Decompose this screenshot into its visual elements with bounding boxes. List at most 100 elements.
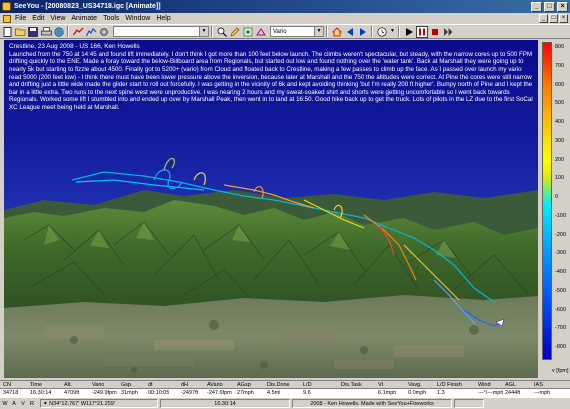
commentary-heading: Crestline, 23 Aug 2008 - US 166, Ken How… bbox=[9, 43, 140, 50]
grid-value-cell: 31mph bbox=[121, 390, 138, 396]
grid-header-cell[interactable]: CN bbox=[3, 381, 11, 389]
grid-value-row[interactable]: 34718 16:30:14 4709ft -249.9fpm 31mph 00:10:0… bbox=[0, 389, 570, 397]
home-icon[interactable] bbox=[331, 26, 343, 38]
grid-header-cell[interactable]: IAS bbox=[534, 381, 543, 389]
doc-close-button[interactable]: × bbox=[559, 14, 568, 23]
grid-value-cell: 1.3 bbox=[437, 390, 445, 396]
grid-value-cell: 34718 bbox=[3, 390, 19, 396]
clock-icon[interactable] bbox=[376, 26, 388, 38]
grid-header-cell[interactable]: dH bbox=[181, 381, 188, 389]
grid-header-cell[interactable]: dt bbox=[148, 381, 153, 389]
scale-tick-label: 700 bbox=[555, 62, 565, 69]
status-button-r[interactable]: R bbox=[28, 401, 36, 407]
grid-header-cell[interactable]: Time bbox=[30, 381, 42, 389]
globe-icon[interactable] bbox=[53, 26, 65, 38]
grid-header-cell[interactable]: Gsp. bbox=[121, 381, 133, 389]
play-icon[interactable] bbox=[403, 26, 415, 38]
grid-header-cell[interactable]: L/D bbox=[303, 381, 312, 389]
scale-tick-label: -100 bbox=[555, 212, 567, 219]
grid-value-cell: -247.6fpm bbox=[207, 390, 232, 396]
grid-header-cell[interactable]: Vavg. bbox=[408, 381, 422, 389]
task-icon[interactable] bbox=[255, 26, 267, 38]
window-title: SeeYou - [20080823_US34718.igc [Animate]… bbox=[14, 3, 161, 10]
vario-color-scale: 800 700 600 500 400 300 200 100 0 -100 -200 -300 -40… bbox=[540, 40, 570, 378]
settings-icon[interactable] bbox=[98, 26, 110, 38]
arrow-right-icon[interactable] bbox=[357, 26, 369, 38]
menu-edit[interactable]: Edit bbox=[32, 15, 44, 22]
grid-header-cell[interactable]: Dis.Done bbox=[267, 381, 290, 389]
menu-bar: File Edit View Animate Tools Window Help… bbox=[0, 13, 570, 24]
edit-icon[interactable] bbox=[229, 26, 241, 38]
scale-tick-label: -500 bbox=[555, 287, 567, 294]
scale-tick-label: -200 bbox=[555, 231, 567, 238]
menu-view[interactable]: View bbox=[50, 15, 65, 22]
scale-tick-label: -300 bbox=[555, 250, 567, 257]
grid-value-cell: 9.6 bbox=[303, 390, 311, 396]
stop-icon[interactable] bbox=[429, 26, 441, 38]
status-button-a[interactable]: A bbox=[10, 401, 18, 407]
coordinates-text: N34°12.767' W117°21.259' bbox=[49, 401, 115, 407]
grid-value-cell: 6.1mph bbox=[378, 390, 397, 396]
menu-file[interactable]: File bbox=[15, 15, 26, 22]
grid-header-cell[interactable]: Dis.Task bbox=[341, 381, 362, 389]
maximize-button[interactable]: □ bbox=[544, 1, 555, 12]
grid-header-cell[interactable]: Vario bbox=[92, 381, 104, 389]
title-bar: SeeYou - [20080823_US34718.igc [Animate]… bbox=[0, 0, 570, 13]
status-button-w[interactable]: W bbox=[1, 401, 9, 407]
doc-minimize-button[interactable]: _ bbox=[539, 14, 548, 23]
arrow-left-icon[interactable] bbox=[344, 26, 356, 38]
flight-icon[interactable] bbox=[72, 26, 84, 38]
scale-tick-label: 200 bbox=[555, 156, 565, 163]
barograph-icon[interactable] bbox=[85, 26, 97, 38]
document-icon[interactable] bbox=[3, 14, 11, 23]
menu-help[interactable]: Help bbox=[156, 15, 170, 22]
waypoint-icon[interactable] bbox=[242, 26, 254, 38]
grid-value-cell: 00:10:05 bbox=[148, 390, 170, 396]
zoom-icon[interactable] bbox=[216, 26, 228, 38]
pause-icon[interactable] bbox=[416, 25, 428, 38]
scale-tick-label: -800 bbox=[555, 344, 567, 350]
menu-animate[interactable]: Animate bbox=[71, 15, 97, 22]
commentary-body: Launched from the 750 at 14:45 and found… bbox=[9, 50, 533, 111]
grid-header-cell[interactable]: AVario bbox=[207, 381, 223, 389]
grid-value-cell: ---mph bbox=[534, 390, 551, 396]
vario-dropdown[interactable]: Vario ▼ bbox=[270, 26, 324, 37]
open-folder-icon[interactable] bbox=[14, 26, 26, 38]
app-icon bbox=[2, 2, 11, 11]
credit-panel: 2008 - Ken Howells. Made with SeeYou+Fir… bbox=[292, 399, 452, 408]
save-icon[interactable] bbox=[27, 26, 39, 38]
grid-header-cell[interactable]: Wind bbox=[478, 381, 491, 389]
doc-restore-button[interactable]: □ bbox=[549, 14, 558, 23]
vario-dropdown-value: Vario bbox=[273, 28, 287, 35]
flight-commentary: Crestline, 23 Aug 2008 - US 166, Ken How… bbox=[9, 43, 535, 111]
grid-value-cell: 2444ft bbox=[505, 390, 521, 396]
scale-tick-label: -700 bbox=[555, 325, 567, 332]
toolbar: ▼ Vario ▼ ▼ bbox=[0, 24, 570, 39]
scale-tick-label: 800 bbox=[555, 44, 565, 50]
grid-header-cell[interactable]: AGsp bbox=[237, 381, 251, 389]
color-gradient-bar bbox=[542, 42, 552, 360]
grid-header-cell[interactable]: Alt. bbox=[64, 381, 72, 389]
new-file-icon[interactable] bbox=[1, 26, 13, 38]
grid-header-cell[interactable]: Vt bbox=[378, 381, 383, 389]
scale-tick-label: -400 bbox=[555, 269, 567, 275]
grid-header-cell[interactable]: L/D Finish bbox=[437, 381, 462, 389]
grid-value-cell: 16:30:14 bbox=[30, 390, 52, 396]
print-icon[interactable] bbox=[40, 26, 52, 38]
map-layer-dropdown[interactable]: ▼ bbox=[113, 26, 209, 37]
status-button-v[interactable]: V bbox=[19, 401, 27, 407]
scale-tick-label: 300 bbox=[555, 137, 565, 144]
scale-tick-label: 600 bbox=[555, 81, 565, 88]
menu-window[interactable]: Window bbox=[125, 15, 150, 22]
close-button[interactable]: × bbox=[557, 1, 568, 12]
menu-tools[interactable]: Tools bbox=[103, 15, 119, 22]
speed-dropdown-icon[interactable]: ▼ bbox=[389, 26, 396, 38]
animation-3d-view[interactable]: Crestline, 23 Aug 2008 - US 166, Ken How… bbox=[4, 40, 538, 378]
minimize-button[interactable]: _ bbox=[531, 1, 542, 12]
scale-tick-label: 500 bbox=[555, 100, 565, 107]
grid-value-cell: 4.5ml bbox=[267, 390, 281, 396]
grid-value-cell: 0.0mph bbox=[408, 390, 427, 396]
fast-forward-icon[interactable] bbox=[442, 26, 454, 38]
scale-tick-label: 400 bbox=[555, 119, 565, 125]
grid-header-cell[interactable]: AGL bbox=[505, 381, 516, 389]
